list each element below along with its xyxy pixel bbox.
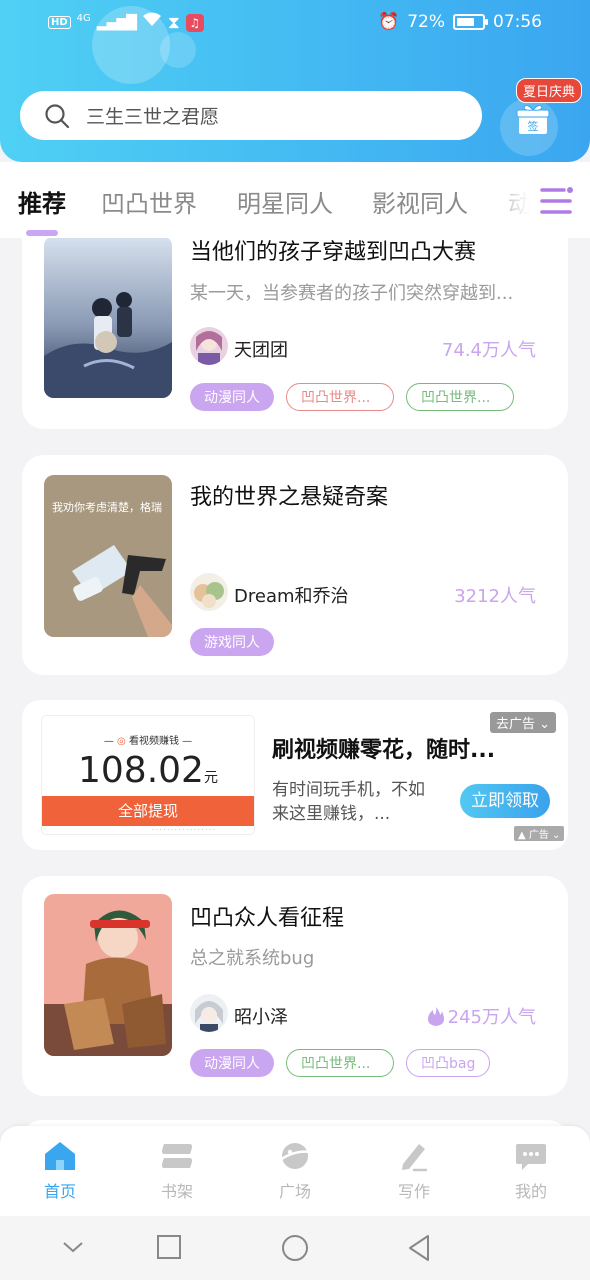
tag-chip[interactable]: 动漫同人 bbox=[190, 1049, 274, 1077]
remove-ad-button[interactable]: 去广告 ⌄ bbox=[490, 712, 557, 733]
signin-label: 签 bbox=[528, 119, 539, 133]
cover-caption: 我劝你考虑清楚，格瑞 bbox=[52, 500, 162, 514]
ad-description: 有时间玩手机，不如来这里赚钱，... bbox=[272, 780, 425, 824]
ad-label-badge: ▲ 广告 ⌄ bbox=[514, 826, 565, 841]
nav-home[interactable]: 首页 bbox=[20, 1140, 100, 1202]
alarm-icon: ⏰ bbox=[378, 12, 400, 32]
ad-amount: 108.02元 bbox=[78, 750, 218, 791]
ad-image: — ◎ 看视频赚钱 — 108.02元 全部提现 · · · · · · · ·… bbox=[42, 716, 254, 834]
story-description: 某一天，当参赛者的孩子们突然穿越到... bbox=[190, 283, 514, 304]
story-cover: 我劝你考虑清楚，格瑞 bbox=[44, 475, 172, 637]
music-app-icon: ♫ bbox=[185, 13, 204, 32]
recents-icon[interactable] bbox=[156, 1234, 182, 1260]
nav-bookshelf[interactable]: 书架 bbox=[137, 1140, 217, 1202]
tag-chip[interactable]: 凹凸世界... bbox=[406, 383, 514, 411]
bottom-navigation: 首页 书架 广场 写作 我的 bbox=[0, 1126, 590, 1216]
author-name[interactable]: Dream和乔治 bbox=[234, 582, 349, 608]
signin-button[interactable]: 夏日庆典 签 bbox=[510, 78, 583, 150]
status-bar: HD 4G ▂▄▆█ ⧗ ♫ ⏰ 72% 07:56 bbox=[0, 0, 590, 46]
home-icon bbox=[45, 1142, 75, 1170]
ad-cta-button[interactable]: 立即领取 bbox=[460, 784, 550, 818]
story-card[interactable]: 我劝你考虑清楚，格瑞 我的世界之悬疑奇案 Dream和乔治 3212人气 游戏同… bbox=[22, 455, 568, 675]
back-icon[interactable] bbox=[406, 1234, 432, 1262]
hd-icon: HD bbox=[48, 16, 71, 29]
story-description: 总之就系统bug bbox=[190, 948, 315, 969]
tag-list: 动漫同人 凹凸世界... 凹凸bag bbox=[190, 1049, 491, 1077]
active-tab-indicator bbox=[26, 230, 58, 236]
tag-chip[interactable]: 凹凸世界... bbox=[286, 1049, 394, 1077]
category-menu-icon[interactable] bbox=[540, 186, 574, 216]
battery-icon bbox=[453, 14, 488, 30]
story-card[interactable]: 当他们的孩子穿越到凹凸大赛 某一天，当参赛者的孩子们突然穿越到... 天团团 7… bbox=[22, 206, 568, 429]
author-name[interactable]: 昭小泽 bbox=[234, 1003, 288, 1029]
search-bar[interactable]: 三生三世之君愿 bbox=[20, 91, 482, 140]
battery-percent: 72% bbox=[407, 12, 445, 32]
tag-chip[interactable]: 凹凸世界... bbox=[286, 383, 394, 411]
nav-profile[interactable]: 我的 bbox=[491, 1140, 571, 1202]
category-tabs: 推荐 凹凸世界 明星同人 影视同人 动 bbox=[0, 162, 590, 238]
planet-icon bbox=[279, 1143, 311, 1169]
popularity-count: 74.4万人气 bbox=[441, 340, 536, 361]
tab-star-fanfic[interactable]: 明星同人 bbox=[237, 184, 333, 219]
popularity-count: 245万人气 bbox=[427, 1003, 536, 1029]
ad-title: 刷视频赚零花，随时... bbox=[272, 738, 496, 763]
tab-film-fanfic[interactable]: 影视同人 bbox=[372, 184, 468, 219]
search-placeholder: 三生三世之君愿 bbox=[86, 106, 220, 128]
hourglass-icon: ⧗ bbox=[167, 12, 180, 33]
author-avatar[interactable] bbox=[190, 573, 228, 611]
pen-icon bbox=[402, 1144, 427, 1172]
author-avatar[interactable] bbox=[190, 327, 228, 365]
author-name[interactable]: 天团团 bbox=[234, 336, 288, 362]
app-header: HD 4G ▂▄▆█ ⧗ ♫ ⏰ 72% 07:56 三生三世之君愿 夏日庆典 bbox=[0, 0, 590, 162]
story-title: 当他们的孩子穿越到凹凸大赛 bbox=[190, 240, 477, 265]
nav-write[interactable]: 写作 bbox=[374, 1140, 454, 1202]
tab-recommend[interactable]: 推荐 bbox=[18, 184, 66, 219]
wifi-icon bbox=[142, 12, 162, 33]
tag-list: 游戏同人 bbox=[190, 628, 274, 656]
event-badge: 夏日庆典 bbox=[516, 78, 583, 103]
clock: 07:56 bbox=[493, 12, 542, 32]
story-title: 凹凸众人看征程 bbox=[190, 906, 345, 931]
story-title: 我的世界之悬疑奇案 bbox=[190, 485, 389, 510]
network-label: 4G bbox=[76, 13, 91, 24]
ad-card[interactable]: — ◎ 看视频赚钱 — 108.02元 全部提现 · · · · · · · ·… bbox=[22, 700, 568, 850]
popularity-count: 3212人气 bbox=[454, 586, 536, 607]
story-cover bbox=[44, 894, 172, 1056]
nav-square[interactable]: 广场 bbox=[255, 1140, 335, 1202]
author-avatar[interactable] bbox=[190, 994, 228, 1032]
ad-image-header: — ◎ 看视频赚钱 — bbox=[103, 736, 193, 747]
flame-icon bbox=[427, 1007, 444, 1026]
home-circle-icon[interactable] bbox=[281, 1234, 309, 1262]
collapse-icon[interactable] bbox=[60, 1234, 86, 1260]
story-cover bbox=[44, 236, 172, 398]
ad-fineprint: · · · · · · · · · · · · · · · · · bbox=[152, 827, 215, 834]
tag-chip[interactable]: 凹凸bag bbox=[406, 1049, 491, 1077]
tag-chip[interactable]: 游戏同人 bbox=[190, 628, 274, 656]
signal-icon: ▂▄▆█ bbox=[96, 14, 137, 31]
tag-list: 动漫同人 凹凸世界... 凹凸世界... bbox=[190, 383, 514, 411]
tab-aotu-world[interactable]: 凹凸世界 bbox=[101, 184, 197, 219]
story-card[interactable]: 凹凸众人看征程 总之就系统bug 昭小泽 245万人气 动漫同人 凹凸世界...… bbox=[22, 876, 568, 1096]
gift-icon: 签 bbox=[516, 104, 550, 134]
system-navigation bbox=[0, 1216, 590, 1280]
chat-bubble-icon bbox=[516, 1144, 546, 1170]
ad-cashout-bar: 全部提现 bbox=[42, 796, 254, 826]
tag-chip[interactable]: 动漫同人 bbox=[190, 383, 274, 411]
bookshelf-icon bbox=[162, 1144, 192, 1168]
search-icon bbox=[45, 103, 70, 128]
